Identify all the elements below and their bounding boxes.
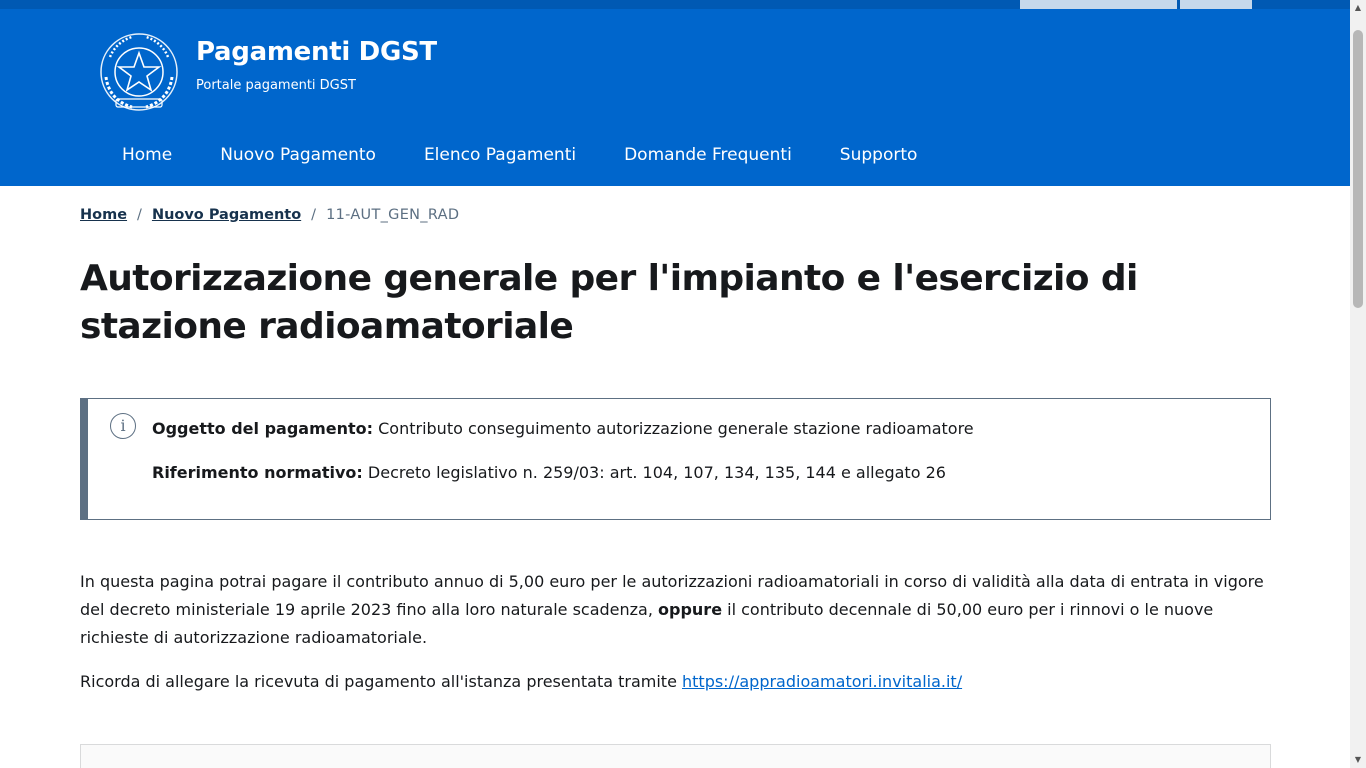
- top-strip-tab[interactable]: [1020, 0, 1177, 9]
- breadcrumb-separator: /: [311, 207, 317, 223]
- breadcrumb-separator: /: [137, 207, 142, 223]
- top-strip-tab[interactable]: [1180, 0, 1252, 9]
- scroll-up-arrow-icon[interactable]: ▲: [1350, 0, 1366, 16]
- main-nav: Home Nuovo Pagamento Elenco Pagamenti Do…: [98, 137, 941, 173]
- invitalia-link[interactable]: https://appradioamatori.invitalia.it/: [682, 672, 962, 691]
- legal-reference-line: Riferimento normativo: Decreto legislati…: [152, 463, 946, 482]
- nav-item-supporto[interactable]: Supporto: [816, 137, 942, 173]
- intro-text-bold: oppure: [658, 600, 723, 619]
- page-scrollbar[interactable]: ▲ ▼: [1350, 0, 1366, 768]
- intro-paragraph: In questa pagina potrai pagare il contri…: [80, 568, 1275, 652]
- legal-reference-value: Decreto legislativo n. 259/03: art. 104,…: [367, 463, 946, 482]
- reminder-paragraph: Ricorda di allegare la ricevuta di pagam…: [80, 668, 1275, 696]
- payment-object-line: Oggetto del pagamento: Contributo conseg…: [152, 419, 974, 438]
- payment-form-card: [80, 744, 1271, 768]
- site-title[interactable]: Pagamenti DGST: [196, 36, 437, 68]
- payment-object-label: Oggetto del pagamento:: [152, 419, 374, 438]
- reminder-text: Ricorda di allegare la ricevuta di pagam…: [80, 672, 682, 691]
- info-icon: i: [110, 413, 136, 439]
- scrollbar-thumb[interactable]: [1353, 30, 1363, 308]
- nav-item-nuovo-pagamento[interactable]: Nuovo Pagamento: [196, 137, 400, 173]
- site-subtitle: Portale pagamenti DGST: [196, 78, 356, 93]
- nav-item-elenco-pagamenti[interactable]: Elenco Pagamenti: [400, 137, 600, 173]
- site-header: Pagamenti DGST Portale pagamenti DGST Ho…: [0, 9, 1350, 186]
- breadcrumb-nuovo-pagamento[interactable]: Nuovo Pagamento: [152, 207, 301, 223]
- brand[interactable]: Pagamenti DGST Portale pagamenti DGST: [98, 31, 437, 113]
- breadcrumb-home[interactable]: Home: [80, 207, 127, 223]
- legal-reference-label: Riferimento normativo:: [152, 463, 363, 482]
- republic-emblem-icon: [100, 33, 178, 111]
- payment-object-value: Contributo conseguimento autorizzazione …: [378, 419, 974, 438]
- breadcrumb: Home / Nuovo Pagamento / 11-AUT_GEN_RAD: [80, 207, 459, 223]
- payment-info-callout: i Oggetto del pagamento: Contributo cons…: [80, 398, 1271, 520]
- page-title: Autorizzazione generale per l'impianto e…: [80, 258, 1138, 347]
- nav-item-home[interactable]: Home: [98, 137, 196, 173]
- top-strip: [0, 0, 1350, 9]
- breadcrumb-current: 11-AUT_GEN_RAD: [326, 207, 460, 223]
- nav-item-domande-frequenti[interactable]: Domande Frequenti: [600, 137, 816, 173]
- scroll-down-arrow-icon[interactable]: ▼: [1350, 752, 1366, 768]
